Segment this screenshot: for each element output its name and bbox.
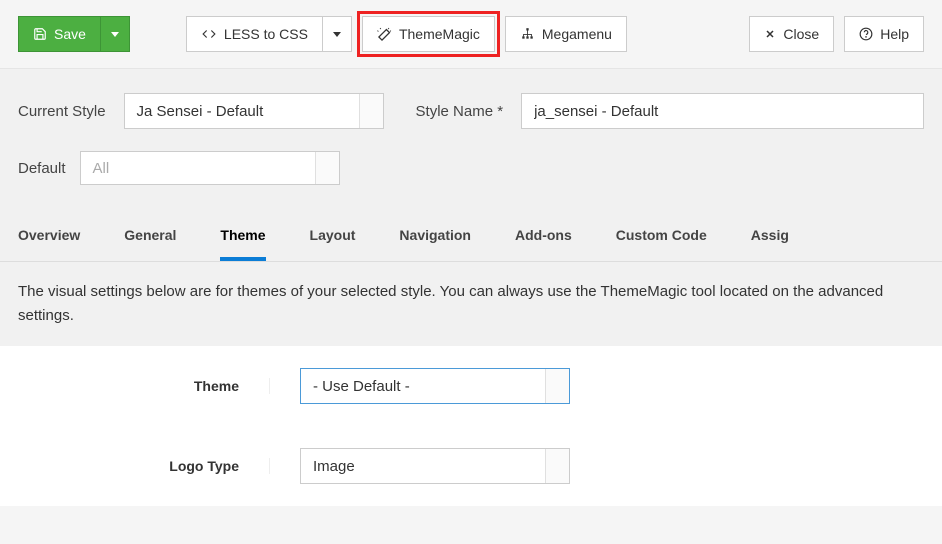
tab-assignment[interactable]: Assig <box>751 211 789 261</box>
save-icon <box>33 27 47 41</box>
style-row: Current Style Ja Sensei - Default Style … <box>0 69 942 137</box>
top-toolbar: Save LESS to CSS ThemeMagic Megamenu <box>0 0 942 69</box>
current-style-label: Current Style <box>18 103 106 120</box>
magic-wand-icon <box>377 27 392 42</box>
current-style-select[interactable]: Ja Sensei - Default <box>124 93 384 129</box>
logo-type-caret[interactable] <box>545 449 569 483</box>
logo-type-select[interactable]: Image <box>300 448 570 484</box>
tab-overview[interactable]: Overview <box>18 211 80 261</box>
default-row: Default All <box>0 137 942 211</box>
thememagic-label: ThemeMagic <box>399 26 480 42</box>
form-row-theme: Theme - Use Default - <box>0 346 942 426</box>
tabs: Overview General Theme Layout Navigation… <box>0 211 942 262</box>
tab-description: The visual settings below are for themes… <box>0 262 942 346</box>
logo-type-value: Image <box>301 458 367 475</box>
close-label: Close <box>783 26 819 42</box>
megamenu-button[interactable]: Megamenu <box>505 16 627 52</box>
logo-type-label: Logo Type <box>0 458 270 474</box>
help-button[interactable]: Help <box>844 16 924 52</box>
current-style-caret[interactable] <box>359 94 383 128</box>
less-to-css-group: LESS to CSS <box>186 16 352 52</box>
theme-label: Theme <box>0 378 270 394</box>
style-name-input[interactable] <box>521 93 924 129</box>
code-icon <box>201 27 217 41</box>
theme-caret[interactable] <box>545 369 569 403</box>
theme-select[interactable]: - Use Default - <box>300 368 570 404</box>
theme-value: - Use Default - <box>301 378 422 395</box>
save-button-label: Save <box>54 26 86 42</box>
close-icon <box>764 28 776 40</box>
megamenu-label: Megamenu <box>542 26 612 42</box>
form-row-logo-type: Logo Type Image <box>0 426 942 506</box>
save-dropdown-button[interactable] <box>101 16 130 52</box>
save-button-group: Save <box>18 16 130 52</box>
help-label: Help <box>880 26 909 42</box>
tab-theme[interactable]: Theme <box>220 211 265 261</box>
help-icon <box>859 27 873 41</box>
close-button[interactable]: Close <box>749 16 834 52</box>
less-to-css-label: LESS to CSS <box>224 26 308 42</box>
sitemap-icon <box>520 27 535 41</box>
less-to-css-button[interactable]: LESS to CSS <box>186 16 323 52</box>
default-select[interactable]: All <box>80 151 340 185</box>
tab-addons[interactable]: Add-ons <box>515 211 572 261</box>
default-label: Default <box>18 160 66 177</box>
default-caret[interactable] <box>315 152 339 184</box>
tab-custom-code[interactable]: Custom Code <box>616 211 707 261</box>
style-name-label: Style Name * <box>416 103 504 120</box>
less-to-css-dropdown-button[interactable] <box>323 16 352 52</box>
thememagic-button[interactable]: ThemeMagic <box>362 16 495 52</box>
caret-down-icon <box>333 32 341 37</box>
default-value: All <box>81 160 122 177</box>
save-button[interactable]: Save <box>18 16 101 52</box>
tab-general[interactable]: General <box>124 211 176 261</box>
tab-navigation[interactable]: Navigation <box>399 211 471 261</box>
tab-layout[interactable]: Layout <box>310 211 356 261</box>
current-style-value: Ja Sensei - Default <box>125 103 276 120</box>
form-area: Theme - Use Default - Logo Type Image <box>0 346 942 506</box>
caret-down-icon <box>111 32 119 37</box>
